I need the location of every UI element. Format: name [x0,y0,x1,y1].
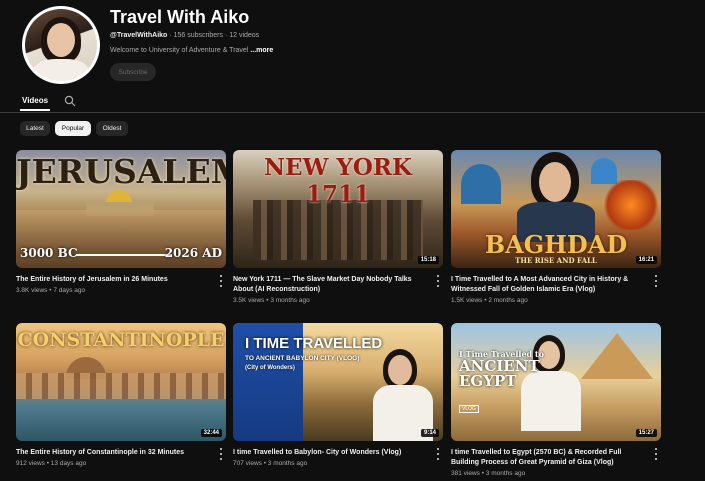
video-card[interactable]: NEW YORK 1711 15:18 New York 1711 — The … [233,150,443,304]
video-card[interactable]: BAGHDAD THE RISE AND FALL 16:21 I Time T… [451,150,661,304]
video-card[interactable]: CONSTANTINOPLE 32:44 The Entire History … [16,323,226,467]
video-meta: 707 views • 3 months ago [233,460,308,467]
video-card[interactable]: I Time Travelled to ANCIENT EGYPT VLOG 1… [451,323,661,477]
video-card[interactable]: JERUSALEM 3000 BC 2026 AD The Entire His… [16,150,226,294]
thumbnail-arrow [76,254,172,256]
channel-handle: @TravelWithAiko [110,32,168,39]
channel-tabs: Videos [0,92,705,112]
channel-description[interactable]: Welcome to University of Adventure & Tra… [110,47,273,54]
more-vert-icon[interactable] [653,448,659,460]
video-duration: 16:21 [635,256,657,264]
video-title[interactable]: The Entire History of Jerusalem in 26 Mi… [16,275,212,285]
thumbnail-subtitle: THE RISE AND FALL [515,256,597,265]
tab-active-indicator [20,109,50,111]
video-meta: 3.8K views • 7 days ago [16,287,86,294]
channel-stats: · 156 subscribers · 12 videos [169,32,260,39]
channel-name: Travel With Aiko [110,7,250,27]
more-vert-icon[interactable] [218,448,224,460]
more-link[interactable]: ...more [250,47,273,54]
video-title[interactable]: New York 1711 — The Slave Market Day Nob… [233,275,429,295]
more-vert-icon[interactable] [218,275,224,287]
tabs-divider [0,112,705,113]
thumbnail-text: JERUSALEM [16,152,226,191]
subscribe-button[interactable]: Subscribe [110,63,156,81]
video-meta: 381 views • 3 months ago [451,470,526,477]
video-title[interactable]: I time Travelled to Egypt (2570 BC) & Re… [451,448,647,468]
video-duration: 32:44 [200,429,222,437]
video-thumbnail[interactable]: I Time Travelled to ANCIENT EGYPT VLOG 1… [451,323,661,441]
video-thumbnail[interactable]: BAGHDAD THE RISE AND FALL 16:21 [451,150,661,268]
thumbnail-big-text: ANCIENT EGYPT [459,357,540,390]
channel-avatar[interactable] [22,6,100,84]
thumbnail-subtitle: TO ANCIENT BABYLON CITY (VLOG) [245,355,360,362]
thumbnail-end-year: 2026 AD [164,246,222,260]
more-vert-icon[interactable] [435,275,441,287]
video-thumbnail[interactable]: CONSTANTINOPLE 32:44 [16,323,226,441]
video-meta: 3.5K views • 3 months ago [233,297,310,304]
thumbnail-text: NEW YORK 1711 [264,154,412,208]
video-card[interactable]: I TIME TRAVELLED TO ANCIENT BABYLON CITY… [233,323,443,467]
video-title[interactable]: I time Travelled to Babylon- City of Won… [233,448,429,458]
video-meta: 912 views • 13 days ago [16,460,87,467]
thumbnail-text: I TIME TRAVELLED [245,335,383,352]
video-title[interactable]: The Entire History of Constantinople in … [16,448,212,458]
thumbnail-text: BAGHDAD [484,230,628,259]
thumbnail-subtitle-2: (City of Wonders) [245,365,295,371]
description-text: Welcome to University of Adventure & Tra… [110,47,251,54]
video-meta: 1.5K views • 2 months ago [451,297,528,304]
video-duration: 15:18 [417,256,439,264]
more-vert-icon[interactable] [653,275,659,287]
video-duration: 15:27 [635,429,657,437]
video-thumbnail[interactable]: JERUSALEM 3000 BC 2026 AD [16,150,226,268]
filter-chip-latest[interactable]: Latest [20,121,50,136]
video-thumbnail[interactable]: NEW YORK 1711 15:18 [233,150,443,268]
tab-videos[interactable]: Videos [22,96,48,105]
video-duration: 9:14 [420,429,439,437]
video-title[interactable]: I Time Travelled to A Most Advanced City… [451,275,647,295]
thumbnail-tag: VLOG [459,405,479,413]
thumbnail-text: CONSTANTINOPLE [17,329,225,351]
more-vert-icon[interactable] [435,448,441,460]
filter-chip-oldest[interactable]: Oldest [96,121,128,136]
video-thumbnail[interactable]: I TIME TRAVELLED TO ANCIENT BABYLON CITY… [233,323,443,441]
search-icon[interactable] [64,95,76,107]
filter-chip-popular[interactable]: Popular [55,121,91,136]
channel-meta: @TravelWithAiko · 156 subscribers · 12 v… [110,32,259,39]
